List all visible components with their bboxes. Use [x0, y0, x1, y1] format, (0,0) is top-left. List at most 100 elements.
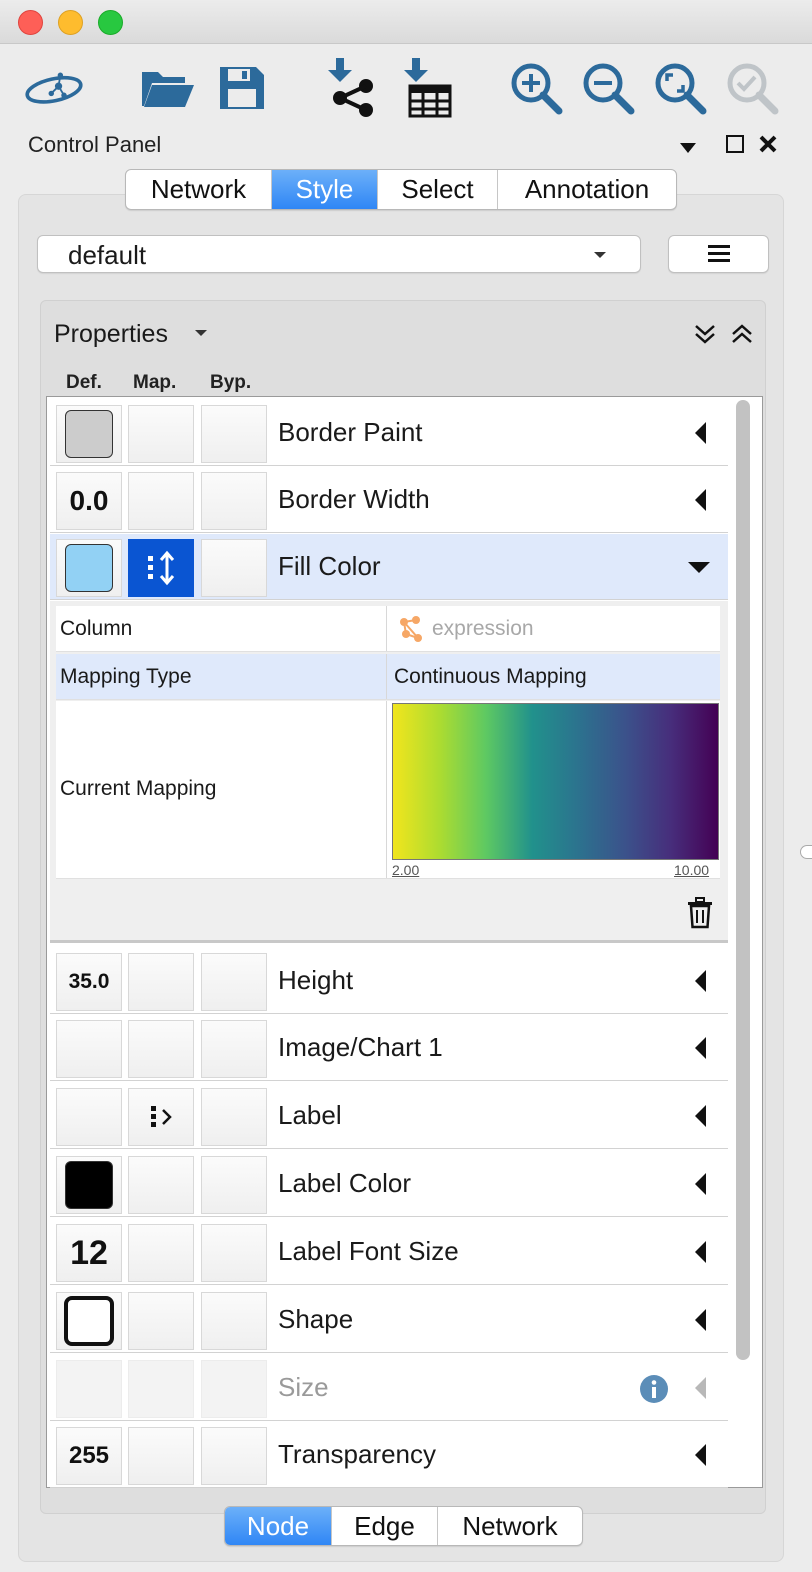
default-value-cell — [56, 1360, 122, 1418]
tab-edge[interactable]: Edge — [332, 1507, 438, 1545]
zoom-window-button[interactable] — [98, 10, 123, 35]
zoom-selected-icon[interactable] — [722, 58, 782, 118]
expand-arrow-icon[interactable] — [695, 489, 706, 511]
mapping-cell[interactable] — [128, 1020, 194, 1078]
property-row-fill-color[interactable]: Fill Color — [50, 534, 728, 600]
collapse-all-icon[interactable] — [731, 322, 753, 351]
zoom-out-icon[interactable] — [578, 58, 638, 118]
mapping-cell[interactable] — [128, 539, 194, 597]
mapping-cell[interactable] — [128, 1427, 194, 1485]
color-swatch — [65, 544, 113, 592]
property-row-transparency[interactable]: 255 Transparency — [50, 1422, 728, 1488]
property-row-image-chart-1[interactable]: Image/Chart 1 — [50, 1015, 728, 1081]
column-header-map: Map. — [133, 372, 177, 393]
bypass-cell[interactable] — [201, 1088, 267, 1146]
folder-open-icon[interactable] — [138, 58, 198, 118]
network-column-icon — [396, 614, 424, 649]
tab-network[interactable]: Network — [126, 170, 272, 209]
float-panel-icon[interactable] — [726, 135, 744, 158]
control-panel-tabs: Network Style Select Annotation — [125, 169, 677, 210]
property-row-label-color[interactable]: Label Color — [50, 1151, 728, 1217]
tab-node[interactable]: Node — [225, 1507, 332, 1545]
property-row-shape[interactable]: Shape — [50, 1287, 728, 1353]
mapping-cell[interactable] — [128, 405, 194, 463]
bypass-cell[interactable] — [201, 539, 267, 597]
trash-icon[interactable] — [686, 897, 714, 934]
chevron-down-icon[interactable] — [195, 330, 207, 336]
default-value-cell[interactable]: 0.0 — [56, 472, 122, 530]
property-row-border-paint[interactable]: Border Paint — [50, 400, 728, 466]
continuous-mapping-gradient[interactable] — [392, 703, 719, 860]
expand-all-icon[interactable] — [694, 322, 716, 351]
expand-arrow-icon[interactable] — [695, 1105, 706, 1127]
panel-menu-icon[interactable] — [680, 140, 696, 158]
bypass-cell[interactable] — [201, 1427, 267, 1485]
control-panel-header: Control Panel — [0, 128, 812, 162]
minimize-window-button[interactable] — [58, 10, 83, 35]
hamburger-menu-icon — [707, 245, 730, 262]
bypass-cell[interactable] — [201, 1020, 267, 1078]
bypass-cell[interactable] — [201, 472, 267, 530]
save-disk-icon[interactable] — [212, 58, 272, 118]
expand-arrow-icon[interactable] — [695, 1241, 706, 1263]
tab-style[interactable]: Style — [272, 170, 378, 209]
expand-arrow-icon[interactable] — [695, 1444, 706, 1466]
tab-network-style[interactable]: Network — [438, 1507, 582, 1545]
vertical-scrollbar[interactable] — [736, 400, 750, 1360]
property-row-border-width[interactable]: 0.0 Border Width — [50, 467, 728, 533]
expand-arrow-icon[interactable] — [695, 422, 706, 444]
mapping-cell[interactable] — [128, 1156, 194, 1214]
bypass-cell[interactable] — [201, 1156, 267, 1214]
bypass-cell[interactable] — [201, 405, 267, 463]
info-icon[interactable] — [639, 1374, 669, 1409]
property-row-height[interactable]: 35.0 Height — [50, 948, 728, 1014]
property-label: Fill Color — [278, 551, 381, 581]
main-toolbar — [0, 44, 812, 130]
zoom-fit-icon[interactable] — [650, 58, 710, 118]
expand-arrow-icon[interactable] — [695, 1037, 706, 1059]
property-row-label[interactable]: Label — [50, 1083, 728, 1149]
properties-dropdown[interactable]: Properties — [54, 320, 168, 349]
expand-arrow-icon[interactable] — [695, 1309, 706, 1331]
expand-arrow-icon[interactable] — [695, 1173, 706, 1195]
default-value-cell[interactable]: 35.0 — [56, 953, 122, 1011]
default-value-cell[interactable] — [56, 405, 122, 463]
collapse-arrow-icon[interactable] — [688, 562, 710, 573]
mapping-cell[interactable] — [128, 1292, 194, 1350]
column-value-dropdown[interactable]: expression — [432, 617, 534, 641]
default-value-cell[interactable]: 12 — [56, 1224, 122, 1282]
style-dropdown[interactable]: default — [37, 235, 641, 273]
property-label: Label Color — [278, 1168, 411, 1198]
mapping-cell[interactable] — [128, 953, 194, 1011]
expand-arrow-icon[interactable] — [695, 970, 706, 992]
default-value-cell[interactable]: 255 — [56, 1427, 122, 1485]
style-options-button[interactable] — [668, 235, 769, 273]
panel-resize-handle[interactable] — [800, 845, 812, 859]
zoom-in-icon[interactable] — [506, 58, 566, 118]
property-label: Size — [278, 1372, 329, 1402]
expand-arrow-icon — [695, 1377, 706, 1399]
bypass-cell[interactable] — [201, 953, 267, 1011]
mapping-cell[interactable] — [128, 1224, 194, 1282]
close-panel-icon[interactable] — [759, 135, 777, 158]
current-mapping-key: Current Mapping — [60, 777, 217, 800]
default-value-cell[interactable] — [56, 1088, 122, 1146]
mapping-cell[interactable] — [128, 1088, 194, 1146]
tab-annotation[interactable]: Annotation — [498, 170, 676, 209]
style-dropdown-value: default — [68, 240, 147, 270]
close-window-button[interactable] — [18, 10, 43, 35]
property-row-label-font-size[interactable]: 12 Label Font Size — [50, 1219, 728, 1285]
default-value-cell[interactable] — [56, 539, 122, 597]
default-value-cell[interactable] — [56, 1292, 122, 1350]
cytoscape-logo-icon[interactable] — [24, 58, 84, 118]
tab-select[interactable]: Select — [378, 170, 498, 209]
bypass-cell[interactable] — [201, 1292, 267, 1350]
mapping-type-dropdown[interactable]: Continuous Mapping — [394, 665, 587, 689]
import-network-icon[interactable] — [322, 58, 382, 118]
bypass-cell[interactable] — [201, 1224, 267, 1282]
default-value-cell[interactable] — [56, 1156, 122, 1214]
element-type-tabs: Node Edge Network — [224, 1506, 583, 1546]
import-table-icon[interactable] — [398, 58, 458, 118]
default-value-cell[interactable] — [56, 1020, 122, 1078]
mapping-cell[interactable] — [128, 472, 194, 530]
